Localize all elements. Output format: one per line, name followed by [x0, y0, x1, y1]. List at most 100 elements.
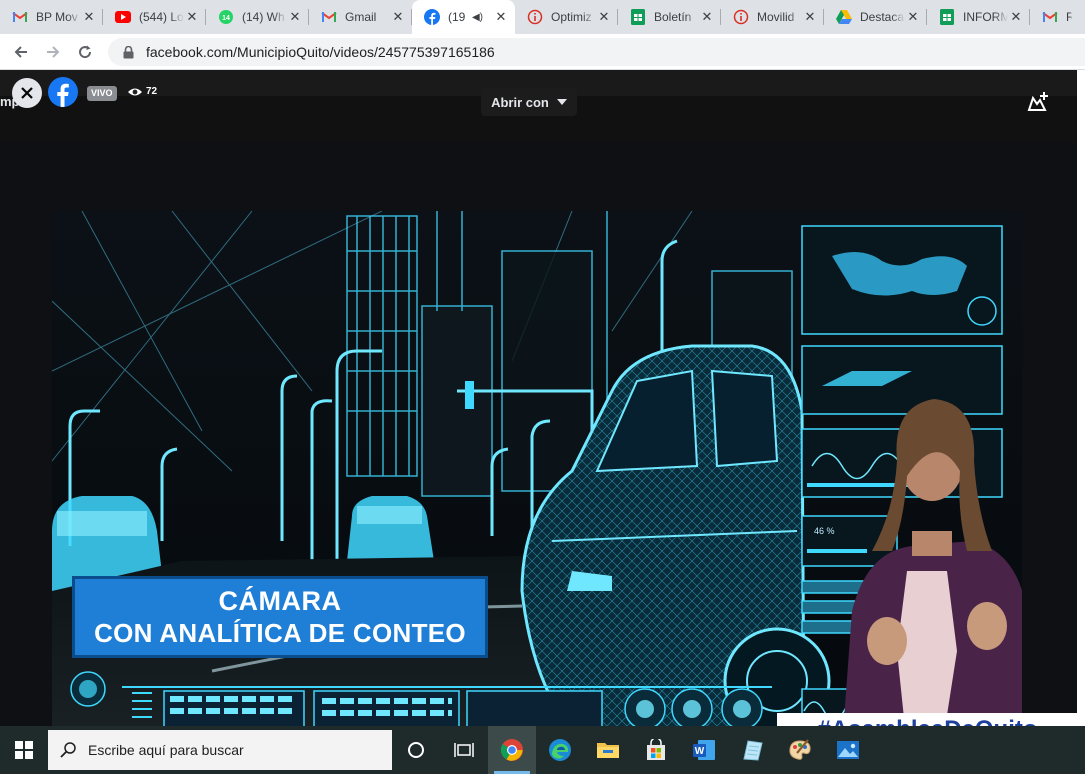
tab-youtube[interactable]: (544) Lo ✕	[103, 0, 206, 34]
cortana-icon	[408, 742, 424, 758]
facebook-icon	[57, 83, 69, 107]
gmail-icon	[321, 9, 337, 25]
tab-inform[interactable]: INFORM ✕	[927, 0, 1030, 34]
close-viewer-button[interactable]	[12, 78, 42, 108]
tab-whatsapp[interactable]: 14 (14) Wh ✕	[206, 0, 309, 34]
viewer-count: 72	[127, 86, 157, 97]
forward-button[interactable]	[38, 37, 68, 67]
taskbar: Escribe aquí para buscar W	[0, 726, 1085, 774]
live-badge: VIVO	[87, 86, 117, 101]
close-icon[interactable]: ✕	[390, 9, 406, 25]
notes-icon	[743, 740, 763, 761]
cortana-button[interactable]	[392, 726, 440, 774]
close-icon[interactable]: ✕	[1008, 9, 1024, 25]
lock-icon[interactable]	[120, 44, 136, 60]
close-icon	[21, 87, 33, 99]
svg-text:14: 14	[222, 15, 230, 22]
tab-title: Optimiz	[551, 10, 592, 24]
youtube-icon	[115, 9, 131, 25]
taskbar-word[interactable]: W	[680, 726, 728, 774]
hashtag-banner: #AsambleaDeQuito	[777, 713, 1078, 726]
file-explorer-icon	[597, 743, 619, 758]
add-to-collection-icon[interactable]	[1026, 90, 1050, 114]
eye-icon	[128, 88, 142, 95]
back-button[interactable]	[6, 37, 36, 67]
caption-subtitle: CON ANALÍTICA DE CONTEO	[94, 618, 466, 648]
tab-movilid[interactable]: Movilid ✕	[721, 0, 824, 34]
video-viewer: 46 % CÁMARA CON ANALÍTICA DE CONTEO mp V…	[0, 70, 1085, 726]
open-with-button[interactable]: Abrir con	[481, 88, 577, 116]
caret-down-icon	[556, 99, 567, 105]
forward-arrow-icon	[47, 45, 60, 58]
whatsapp-icon: 14	[218, 9, 234, 25]
close-icon[interactable]: ✕	[287, 9, 303, 25]
viewer-count-value: 72	[146, 86, 158, 97]
word-icon: W	[693, 740, 715, 760]
info-icon	[527, 9, 543, 25]
search-placeholder: Escribe aquí para buscar	[88, 742, 244, 758]
back-arrow-icon	[14, 45, 27, 58]
close-icon[interactable]: ✕	[699, 9, 715, 25]
reload-button[interactable]	[70, 37, 100, 67]
tab-title: Destaca	[860, 10, 905, 24]
facebook-icon	[424, 9, 440, 25]
taskbar-photos[interactable]	[824, 726, 872, 774]
taskbar-notes[interactable]	[728, 726, 776, 774]
caption-title: CÁMARA	[218, 586, 342, 616]
search-icon	[60, 742, 76, 758]
speaker-icon[interactable]: ◀)	[472, 12, 483, 23]
task-view-button[interactable]	[440, 726, 488, 774]
tab-title: (14) Wh	[242, 10, 285, 24]
hud-readout: 46 %	[814, 526, 835, 536]
task-view-icon	[454, 743, 474, 757]
video-player[interactable]: 46 % CÁMARA CON ANALÍTICA DE CONTEO	[0, 142, 1077, 726]
taskbar-paint[interactable]	[776, 726, 824, 774]
paint-icon	[789, 739, 811, 760]
scrollbar-edge	[1077, 70, 1085, 726]
tab-boletin[interactable]: Boletín ✕	[618, 0, 721, 34]
taskbar-store[interactable]	[632, 726, 680, 774]
start-button[interactable]	[0, 726, 48, 774]
taskbar-edge[interactable]	[536, 726, 584, 774]
tab-title: INFORM	[963, 10, 1008, 24]
close-icon[interactable]: ✕	[184, 9, 200, 25]
tab-gmail-bp[interactable]: BP Mov ✕	[0, 0, 103, 34]
caption-box: CÁMARA CON ANALÍTICA DE CONTEO	[72, 576, 488, 658]
gmail-icon	[1042, 9, 1058, 25]
store-icon	[647, 739, 665, 760]
tab-gmail[interactable]: Gmail ✕	[309, 0, 412, 34]
close-icon[interactable]: ✕	[493, 9, 509, 25]
photos-icon	[837, 741, 859, 759]
close-icon[interactable]: ✕	[905, 9, 921, 25]
open-with-label: Abrir con	[491, 94, 549, 110]
windows-icon	[15, 741, 33, 759]
taskbar-chrome[interactable]	[488, 726, 536, 774]
close-icon[interactable]: ✕	[802, 9, 818, 25]
edge-icon	[549, 739, 571, 761]
address-bar[interactable]: facebook.com/MunicipioQuito/videos/24577…	[108, 38, 1085, 66]
tab-title: Boletín	[654, 10, 692, 24]
tab-title: (544) Lo	[139, 10, 184, 24]
tab-destaca[interactable]: Destaca ✕	[824, 0, 927, 34]
close-icon[interactable]: ✕	[81, 9, 97, 25]
drive-icon	[836, 9, 852, 25]
chrome-icon	[500, 739, 523, 761]
tab-gmail-re[interactable]: Re	[1030, 0, 1078, 34]
video-frame: 46 % CÁMARA CON ANALÍTICA DE CONTEO	[52, 211, 1022, 726]
facebook-logo[interactable]	[48, 77, 78, 107]
tab-facebook[interactable]: (19 ◀) ✕	[412, 0, 515, 34]
tab-title: Movilid	[757, 10, 795, 24]
svg-text:W: W	[695, 746, 705, 757]
tab-optimiz[interactable]: Optimiz ✕	[515, 0, 618, 34]
reload-icon	[79, 45, 92, 58]
tab-title: (19	[448, 10, 466, 24]
browser-toolbar: facebook.com/MunicipioQuito/videos/24577…	[0, 34, 1085, 70]
close-icon[interactable]: ✕	[596, 9, 612, 25]
tab-title: BP Mov	[36, 10, 78, 24]
sheets-icon	[630, 9, 646, 25]
gmail-icon	[12, 9, 28, 25]
taskbar-search-box[interactable]: Escribe aquí para buscar	[48, 730, 392, 770]
tab-title: Re	[1066, 10, 1072, 24]
sheets-icon	[939, 9, 955, 25]
taskbar-file-explorer[interactable]	[584, 726, 632, 774]
